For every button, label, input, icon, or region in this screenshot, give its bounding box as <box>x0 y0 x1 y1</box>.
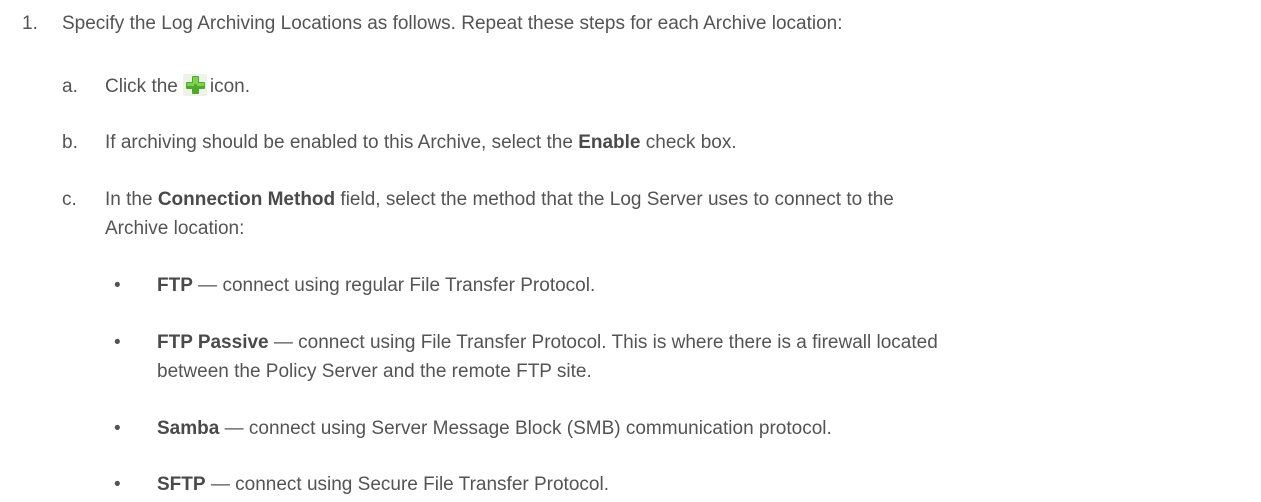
method-desc: — connect using Server Message Block (SM… <box>224 418 832 439</box>
method-desc: — connect using File Transfer Protocol. … <box>273 332 938 353</box>
substep-b-after: check box. <box>645 132 737 153</box>
substep-letter: b. <box>62 132 78 153</box>
connection-method-label: Connection Method <box>157 189 336 210</box>
substep-a-before: Click the <box>105 76 178 97</box>
substep-c-text: In the Connection Method field, select t… <box>105 185 1165 243</box>
method-name: FTP <box>157 275 193 296</box>
substep-c-before: In the <box>105 189 153 210</box>
method-sftp-text: SFTP — connect using Secure File Transfe… <box>157 470 1217 499</box>
substep-b-text: If archiving should be enabled to this A… <box>105 128 1165 157</box>
method-desc: — connect using Secure File Transfer Pro… <box>210 474 609 495</box>
substep-a-text: Click the icon. <box>105 72 1165 101</box>
bullet: • <box>114 418 121 439</box>
method-ftp-text: FTP — connect using regular File Transfe… <box>157 271 1217 300</box>
substep-c-after: field, select the method that the Log Se… <box>340 189 894 210</box>
substep-letter: a. <box>62 76 78 97</box>
substep-a-after: icon. <box>209 76 250 97</box>
step-text: Specify the Log Archiving Locations as f… <box>62 13 843 34</box>
substep-b-before: If archiving should be enabled to this A… <box>105 132 573 153</box>
method-name: Samba <box>157 418 220 439</box>
bullet: • <box>114 275 121 296</box>
enable-label: Enable <box>578 132 641 153</box>
substep-letter: c. <box>62 189 77 210</box>
method-name: SFTP <box>157 474 206 495</box>
method-desc: — connect using regular File Transfer Pr… <box>198 275 596 296</box>
green-plus-icon <box>182 74 207 96</box>
bullet: • <box>114 332 121 353</box>
method-desc-line2: between the Policy Server and the remote… <box>157 361 592 382</box>
bullet: • <box>114 474 121 495</box>
method-samba-text: Samba — connect using Server Message Blo… <box>157 414 1217 443</box>
substep-c-line2: Archive location: <box>105 218 245 239</box>
method-name: FTP Passive <box>157 332 269 353</box>
step-number: 1. <box>22 13 38 34</box>
method-ftp-passive-text: FTP Passive — connect using File Transfe… <box>157 328 1217 386</box>
